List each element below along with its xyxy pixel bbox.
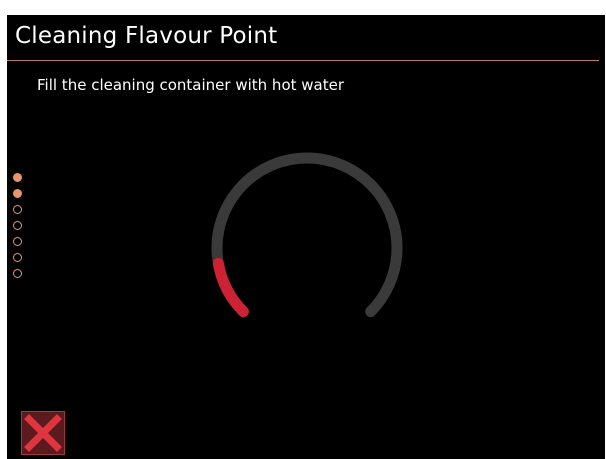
step-indicator [13,173,25,285]
step-dot-completed [13,189,22,198]
gauge-fill [212,257,249,318]
header-divider [7,60,599,61]
cancel-button[interactable] [21,411,65,455]
step-dot-pending [13,237,22,246]
step-dot-pending [13,205,22,214]
screen: Cleaning Flavour Point Fill the cleaning… [7,15,605,459]
close-icon [24,414,62,452]
instruction-text: Fill the cleaning container with hot wat… [37,76,345,94]
step-dot-pending [13,253,22,262]
step-dot-completed [13,173,22,182]
step-dot-pending [13,221,22,230]
step-dot-pending [13,269,22,278]
progress-gauge [211,152,403,318]
gauge-track [211,152,403,318]
page-title: Cleaning Flavour Point [15,23,278,49]
